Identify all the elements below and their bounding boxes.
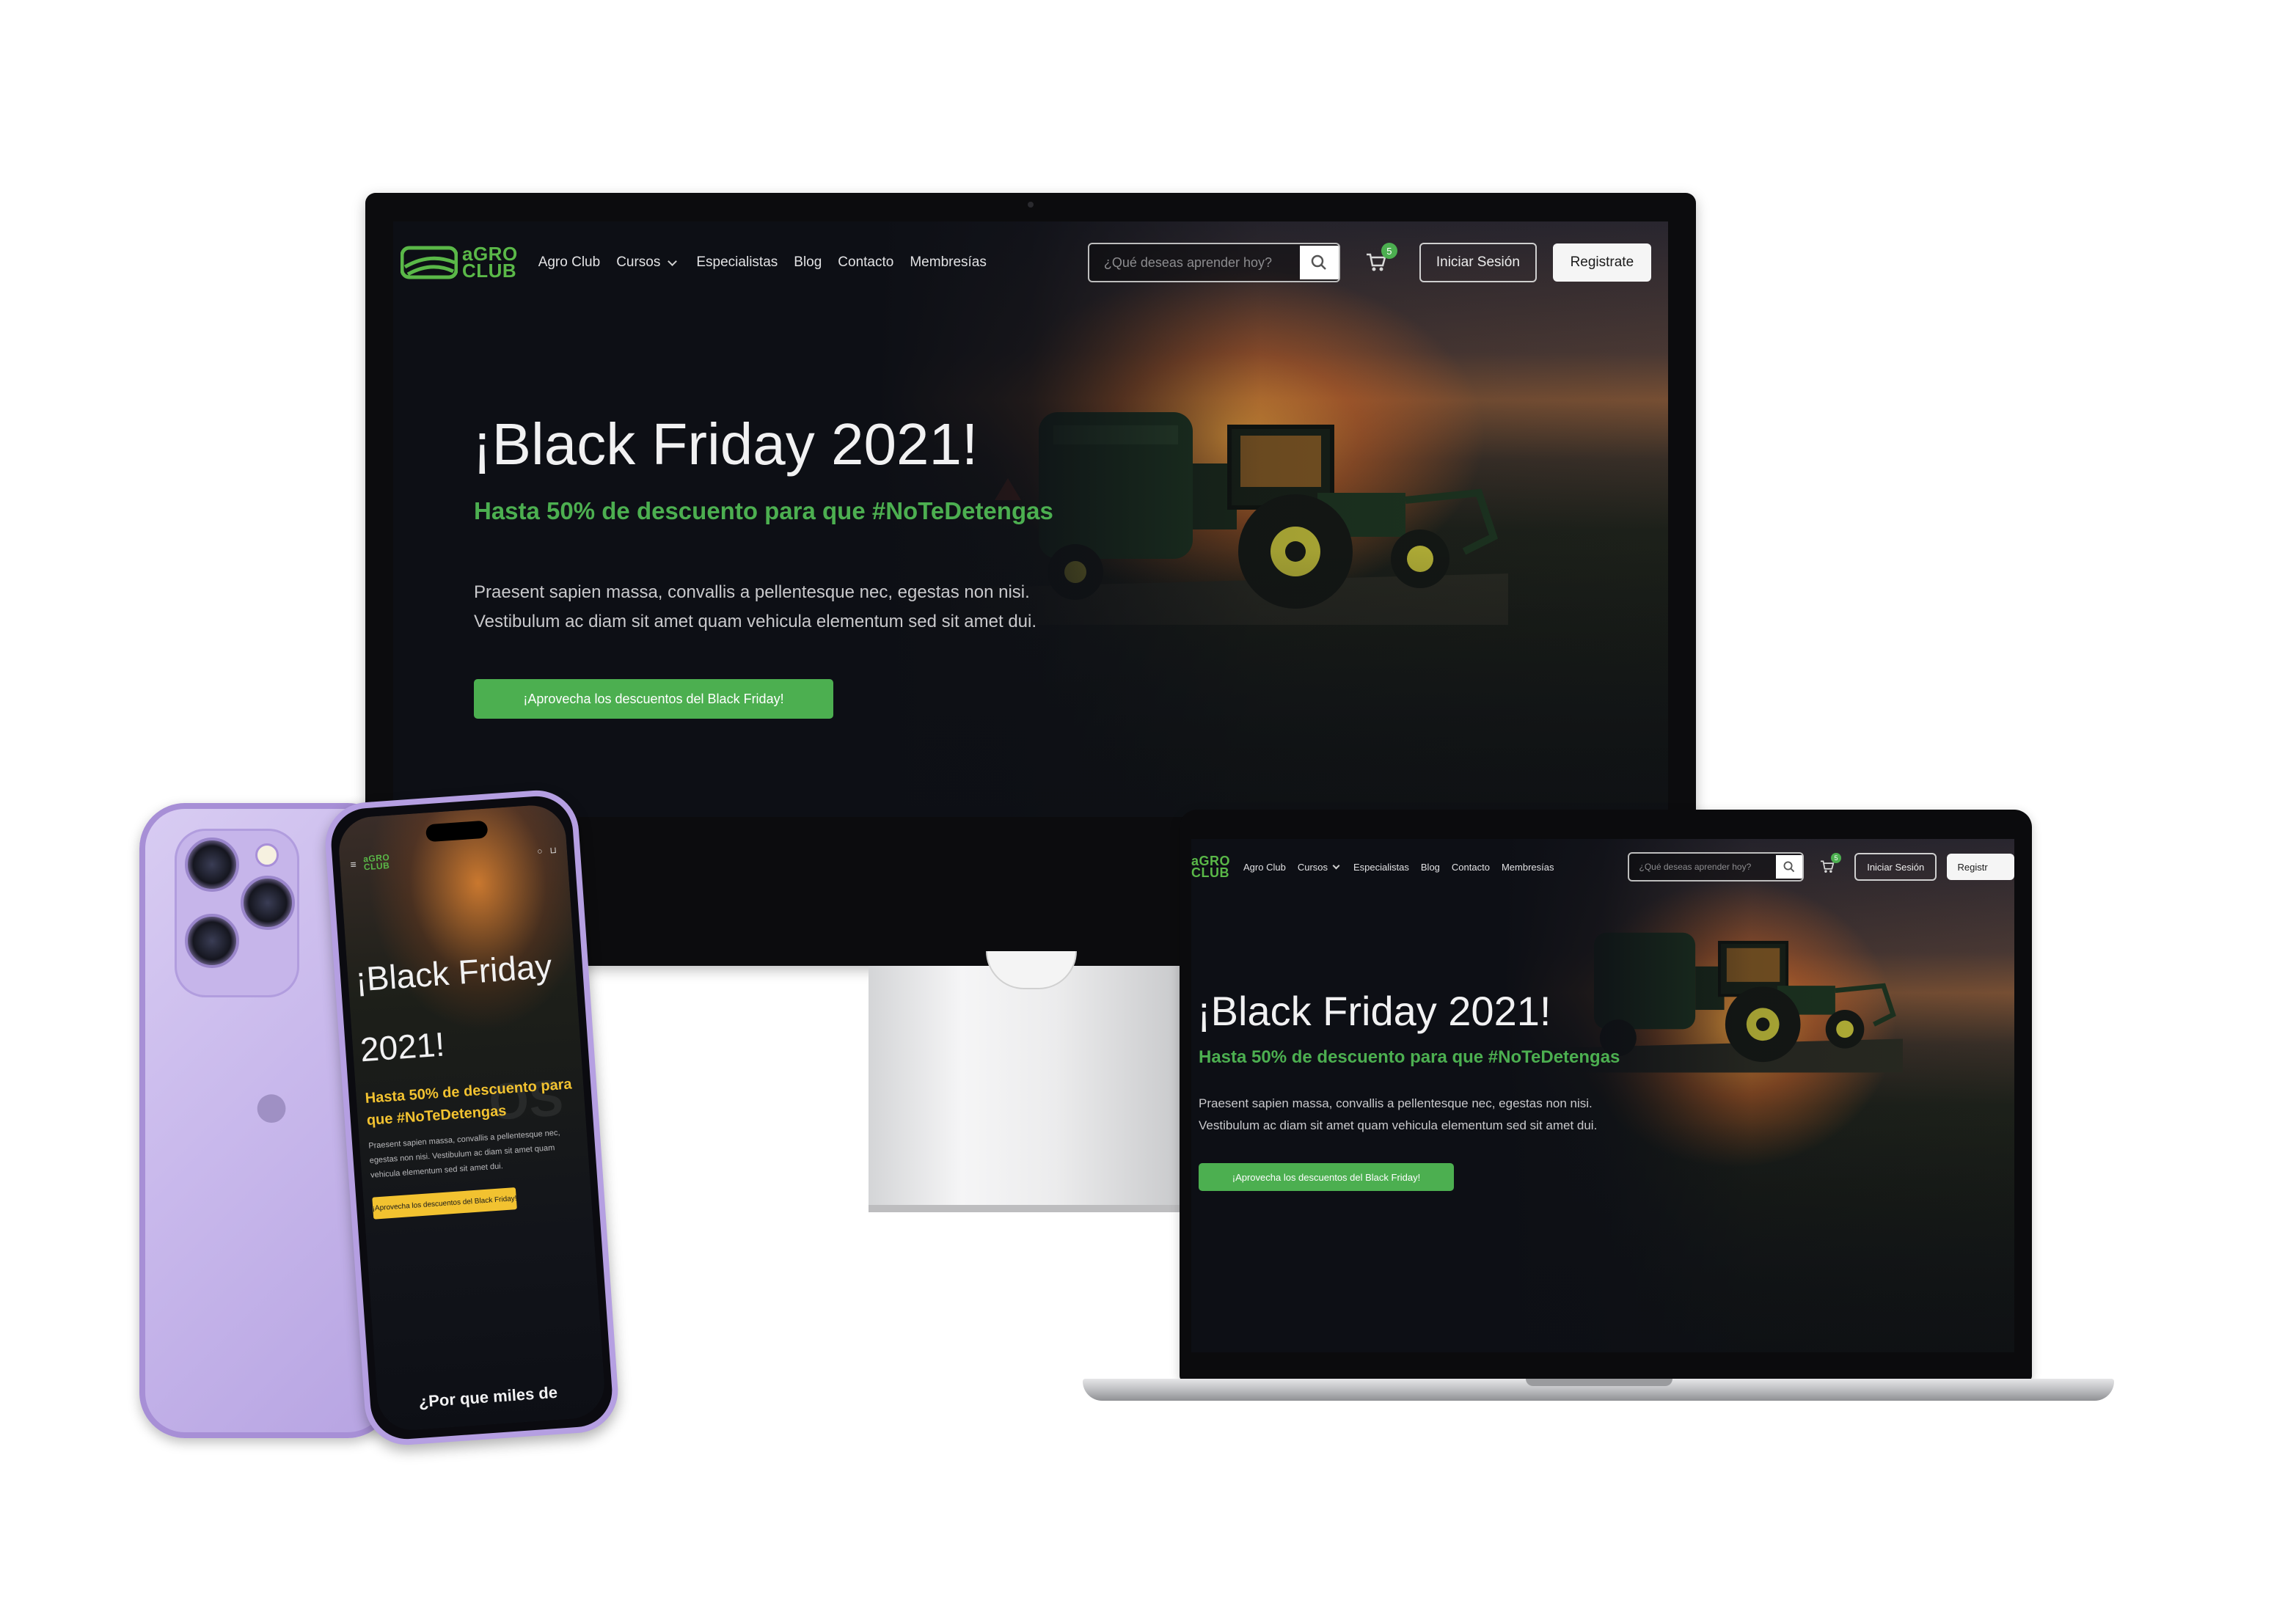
monitor-camera: [1028, 202, 1034, 208]
laptop-hero-title: ¡Black Friday 2021!: [1197, 988, 1551, 1034]
laptop-hero-body: Praesent sapien massa, convallis a pelle…: [1199, 1093, 1597, 1137]
laptop-register-button[interactable]: Registr: [1947, 854, 2014, 880]
phone-hero-title-line-1: ¡Black Friday: [354, 946, 554, 999]
phone-hero-title-line-2: 2021!: [359, 1025, 446, 1069]
nav-cursos-label: Cursos: [616, 254, 661, 270]
desktop-screen: aGRO CLUB Agro Club Cursos Especialistas…: [393, 221, 1668, 817]
nav-blog[interactable]: Blog: [794, 254, 822, 271]
search-button[interactable]: [1299, 246, 1339, 279]
chevron-down-icon: [668, 256, 678, 266]
hero-title: ¡Black Friday 2021!: [472, 411, 979, 477]
laptop-nav-contacto[interactable]: Contacto: [1452, 862, 1490, 873]
laptop-search-icon: [1783, 861, 1795, 873]
search-icon: [1312, 254, 1327, 270]
nav-contacto[interactable]: Contacto: [838, 254, 893, 271]
laptop-brand-text: aGRO CLUB: [1191, 854, 1230, 880]
nav-especialistas[interactable]: Especialistas: [696, 254, 778, 271]
brand-bottom: CLUB: [462, 260, 517, 282]
cart-button[interactable]: 5: [1359, 243, 1397, 279]
laptop-nav-membresias[interactable]: Membresías: [1502, 862, 1554, 873]
laptop-login-button[interactable]: Iniciar Sesión: [1854, 853, 1937, 881]
laptop-search-box: [1627, 852, 1804, 882]
hero-subtitle: Hasta 50% de descuento para que #NoTeDet…: [474, 497, 1053, 524]
hero-cta-button[interactable]: ¡Aprovecha los descuentos del Black Frid…: [474, 679, 833, 719]
cart-count-badge: 5: [1381, 243, 1397, 259]
laptop-hero-body-line-1: Praesent sapien massa, convallis a pelle…: [1199, 1096, 1593, 1110]
field-logo-icon: [401, 246, 458, 279]
phone-brand-text[interactable]: aGRO CLUB: [363, 852, 390, 873]
phone-hero-title: ¡Black Friday 2021!: [353, 931, 559, 1085]
laptop-nav-blog[interactable]: Blog: [1421, 862, 1440, 873]
laptop-nav-agro-club[interactable]: Agro Club: [1243, 862, 1286, 873]
camera-lens-bottom: [185, 914, 239, 968]
laptop-nav-cursos-label: Cursos: [1297, 861, 1328, 873]
phone-search-icon[interactable]: ○: [537, 846, 543, 856]
login-button[interactable]: Iniciar Sesión: [1419, 243, 1537, 282]
register-button[interactable]: Registrate: [1552, 243, 1651, 282]
monitor-stand-foot: [869, 1205, 1180, 1212]
camera-lens-top: [185, 838, 239, 892]
laptop-brand-bottom: CLUB: [1191, 865, 1229, 880]
laptop-nav-especialistas[interactable]: Especialistas: [1353, 862, 1409, 873]
phone-brand-bottom: CLUB: [363, 860, 390, 873]
laptop-nav-cursos[interactable]: Cursos: [1297, 861, 1340, 873]
monitor-stand: [869, 966, 1180, 1208]
laptop-base-notch: [1526, 1379, 1672, 1386]
apple-logo-icon: ●: [251, 1069, 292, 1142]
phone-menu-icon[interactable]: ≡: [350, 858, 357, 871]
nav-membresias[interactable]: Membresías: [910, 254, 987, 271]
main-nav: aGRO CLUB Agro Club Cursos Especialistas…: [401, 242, 1668, 283]
phone-cart-icon[interactable]: ⊔: [549, 845, 557, 856]
camera-flash: [255, 843, 279, 867]
laptop-nav: aGRO CLUB Agro Club Cursos Especialistas…: [1191, 852, 2014, 882]
hero-body: Praesent sapien massa, convallis a pelle…: [474, 578, 1037, 637]
laptop-screen: aGRO CLUB Agro Club Cursos Especialistas…: [1191, 839, 2014, 1352]
nav-cursos[interactable]: Cursos: [616, 254, 678, 271]
phone-screen: ≡ aGRO CLUB ○ ⊔ OS ¡Black Friday 2021! H…: [337, 803, 607, 1432]
laptop-cart-count-badge: 5: [1830, 853, 1841, 863]
camera-lens-right: [241, 876, 295, 930]
brand-logo[interactable]: aGRO CLUB: [401, 243, 518, 282]
laptop-cart-button[interactable]: 5: [1817, 853, 1841, 878]
laptop-search-button[interactable]: [1776, 855, 1802, 879]
laptop-hero-subtitle: Hasta 50% de descuento para que #NoTeDet…: [1199, 1047, 1620, 1067]
search-input[interactable]: [1089, 245, 1300, 280]
hero-body-line-2: Vestibulum ac diam sit amet quam vehicul…: [474, 612, 1037, 631]
nav-agro-club[interactable]: Agro Club: [538, 254, 601, 271]
laptop-search-input[interactable]: [1628, 854, 1777, 879]
laptop-hero-cta-button[interactable]: ¡Aprovecha los descuentos del Black Frid…: [1199, 1163, 1454, 1191]
laptop-hero-body-line-2: Vestibulum ac diam sit amet quam vehicul…: [1199, 1118, 1598, 1132]
laptop-brand-logo[interactable]: aGRO CLUB: [1191, 854, 1230, 880]
laptop-chevron-down-icon: [1332, 862, 1340, 870]
phone-front: ≡ aGRO CLUB ○ ⊔ OS ¡Black Friday 2021! H…: [322, 788, 621, 1448]
brand-text: aGRO CLUB: [462, 243, 518, 282]
hero-body-line-1: Praesent sapien massa, convallis a pelle…: [474, 582, 1030, 602]
search-box: [1087, 243, 1340, 282]
